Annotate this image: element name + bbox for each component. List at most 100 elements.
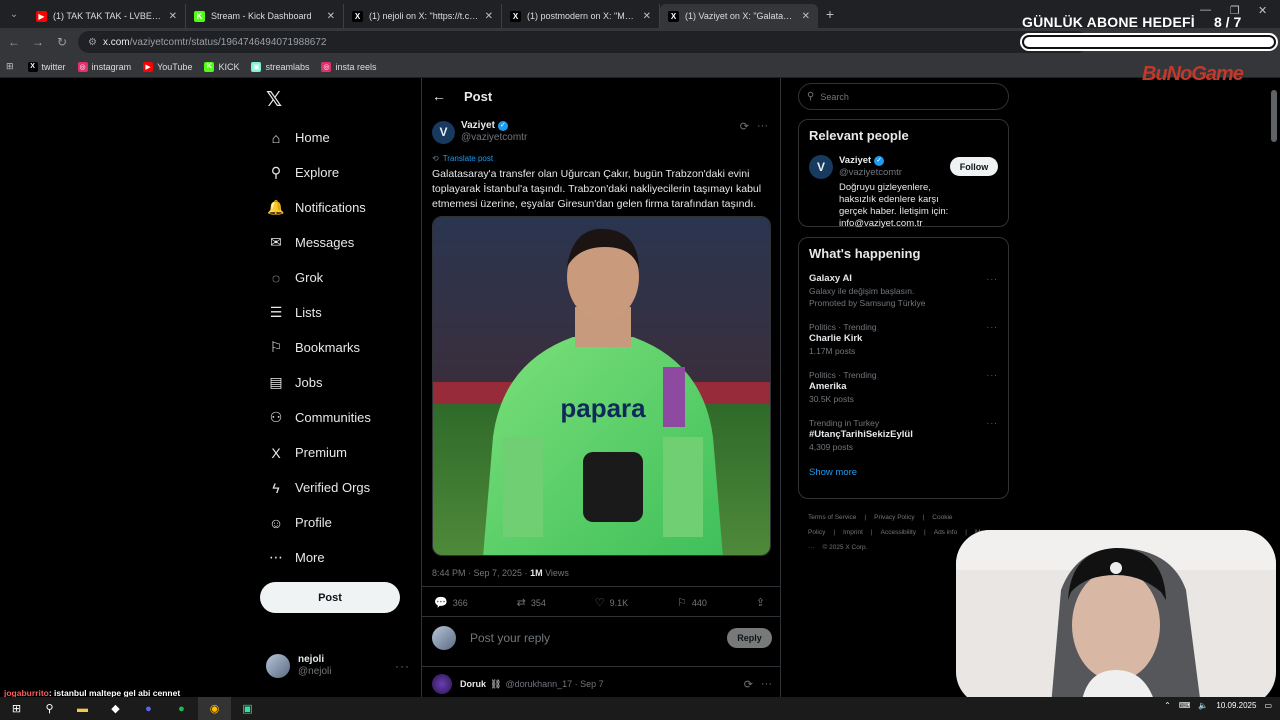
- browser-tab[interactable]: X (1) Vaziyet on X: "Galatasaray'a ✕: [660, 4, 818, 28]
- trend-item[interactable]: Politics · Trending Charlie Kirk 1.17M pos…: [809, 321, 998, 357]
- trend-item[interactable]: Politics · Trending Amerika 30.5K posts ···: [809, 369, 998, 405]
- reply-author[interactable]: Doruk: [460, 679, 486, 689]
- more-icon[interactable]: ···: [395, 659, 410, 673]
- search-icon[interactable]: ⚲: [33, 697, 66, 720]
- browser-tab[interactable]: K Stream - Kick Dashboard ✕: [186, 4, 344, 28]
- back-arrow-icon[interactable]: ←: [432, 88, 446, 104]
- relevant-person[interactable]: V Vaziyet ✓ @vaziyetcomtr Doğruyu gizleye…: [809, 155, 998, 230]
- footer-link[interactable]: Terms of Service: [808, 514, 856, 521]
- post-header: ← Post: [432, 88, 492, 104]
- close-window-icon[interactable]: ✕: [1258, 4, 1267, 17]
- bookmark-youtube[interactable]: ▶ YouTube: [143, 61, 192, 72]
- more-icon[interactable]: ···: [757, 120, 768, 133]
- post-button[interactable]: Post: [260, 582, 400, 613]
- bookmark-streamlabs[interactable]: ▣ streamlabs: [251, 61, 309, 72]
- reply-submit-button[interactable]: Reply: [727, 628, 772, 648]
- tab-close-icon[interactable]: ✕: [485, 11, 493, 22]
- timestamp-text[interactable]: 8:44 PM · Sep 7, 2025 ·: [432, 568, 530, 578]
- spotify-icon[interactable]: ●: [165, 697, 198, 720]
- reply-input[interactable]: Post your reply: [470, 631, 727, 645]
- tab-close-icon[interactable]: ✕: [643, 11, 651, 22]
- site-info-icon[interactable]: ⚙: [88, 37, 97, 48]
- grok-icon[interactable]: ⟳: [744, 678, 753, 691]
- nav-premium[interactable]: X Premium: [266, 435, 371, 470]
- notifications-icon[interactable]: ▭: [1264, 701, 1272, 710]
- more-icon[interactable]: ···: [987, 417, 999, 429]
- nav-jobs[interactable]: ▤ Jobs: [266, 365, 371, 400]
- repost-button[interactable]: ⇄ 354: [517, 596, 546, 609]
- chevron-up-icon[interactable]: ⌃: [1164, 701, 1171, 710]
- footer-link[interactable]: © 2025 X Corp.: [823, 544, 868, 551]
- browser-tab[interactable]: X (1) postmodern on X: "Manifest ✕: [502, 4, 660, 28]
- more-icon[interactable]: ···: [987, 369, 999, 381]
- scrollbar[interactable]: [1271, 90, 1277, 142]
- more-icon[interactable]: ···: [761, 678, 772, 691]
- grok-icon[interactable]: ⟳: [740, 120, 749, 133]
- nav-profile[interactable]: ☺ Profile: [266, 505, 371, 540]
- avatar[interactable]: [432, 674, 452, 694]
- show-more-link[interactable]: Show more: [809, 467, 998, 478]
- person-name[interactable]: Vaziyet: [839, 155, 871, 167]
- clock-date[interactable]: 10.09.2025: [1216, 701, 1256, 710]
- nav-messages[interactable]: ✉ Messages: [266, 225, 371, 260]
- trend-item[interactable]: Galaxy AI Galaxy ile değişim başlasın. Pro…: [809, 273, 998, 309]
- nav-bookmarks[interactable]: ⚐ Bookmarks: [266, 330, 371, 365]
- chrome-icon[interactable]: ◉: [198, 697, 231, 720]
- reply-item[interactable]: Doruk ⛓ @dorukhann_17 · Sep 7 ⟳ ···: [432, 674, 772, 694]
- bookmark-instagram[interactable]: ◎ instagram: [77, 61, 131, 72]
- nav-explore[interactable]: ⚲ Explore: [266, 155, 371, 190]
- volume-icon[interactable]: 🔈: [1198, 701, 1208, 710]
- footer-link[interactable]: Imprint: [843, 529, 863, 536]
- nav-more[interactable]: ⋯ More: [266, 540, 371, 575]
- url-bar[interactable]: ⚙ x.com/vaziyetcomtr/status/196474649407…: [78, 31, 1088, 53]
- author-name[interactable]: Vaziyet: [461, 120, 495, 132]
- nav-lists[interactable]: ☰ Lists: [266, 295, 371, 330]
- network-icon[interactable]: ⌨: [1179, 701, 1191, 710]
- follow-button[interactable]: Follow: [950, 157, 998, 176]
- bookmark-button[interactable]: ⚐ 440: [677, 596, 707, 609]
- search-input[interactable]: ⚲ Search: [798, 83, 1009, 110]
- author-handle[interactable]: @vaziyetcomtr: [461, 132, 527, 144]
- footer-link[interactable]: Ads info: [934, 529, 958, 536]
- bookmark-twitter[interactable]: Xtwitter: [27, 61, 66, 72]
- discord-icon[interactable]: ●: [132, 697, 165, 720]
- nav-communities[interactable]: ⚇ Communities: [266, 400, 371, 435]
- minimize-icon[interactable]: —: [1200, 4, 1211, 16]
- app-icon[interactable]: ◆: [99, 697, 132, 720]
- post-author[interactable]: V Vaziyet ✓ @vaziyetcomtr: [432, 120, 527, 144]
- tab-close-icon[interactable]: ✕: [169, 11, 177, 22]
- browser-tab[interactable]: X (1) nejoli on X: "https://t.co/cz0 ✕: [344, 4, 502, 28]
- translate-post-link[interactable]: ⟲ Translate post: [432, 154, 493, 163]
- nav-home[interactable]: ⌂ Home: [266, 120, 371, 155]
- footer-link[interactable]: Accessibility: [881, 529, 916, 536]
- share-button[interactable]: ⇪: [756, 596, 770, 609]
- tab-search-icon[interactable]: ⌄: [0, 0, 28, 28]
- person-avatar[interactable]: V: [809, 155, 833, 179]
- more-icon[interactable]: ···: [987, 321, 999, 333]
- forward-icon[interactable]: →: [26, 35, 50, 49]
- nav-notifications[interactable]: 🔔 Notifications: [266, 190, 371, 225]
- tab-close-icon[interactable]: ✕: [802, 11, 810, 22]
- more-icon[interactable]: ···: [987, 273, 999, 285]
- file-explorer-icon[interactable]: ▬: [66, 697, 99, 720]
- back-icon[interactable]: ←: [2, 35, 26, 49]
- obs-icon[interactable]: ▣: [231, 697, 264, 720]
- author-avatar[interactable]: V: [432, 120, 455, 144]
- account-switcher[interactable]: nejoli @nejoli ···: [266, 654, 410, 678]
- x-logo-icon[interactable]: 𝕏: [266, 87, 282, 112]
- reload-icon[interactable]: ↻: [50, 35, 74, 49]
- bookmark-kick[interactable]: K KICK: [204, 61, 239, 72]
- reply-button[interactable]: 💬 366: [434, 596, 468, 609]
- nav-grok[interactable]: ◌ Grok: [266, 260, 371, 295]
- footer-link[interactable]: Privacy Policy: [874, 514, 914, 521]
- apps-icon[interactable]: ⊞: [6, 61, 14, 72]
- start-icon[interactable]: ⊞: [0, 697, 33, 720]
- like-button[interactable]: ♡ 9.1K: [595, 596, 628, 609]
- browser-tab[interactable]: ▶ (1) TAK TAK TAK - LVBEL C5 X II ✕: [28, 4, 186, 28]
- post-image[interactable]: papara: [432, 216, 771, 556]
- nav-verified-orgs[interactable]: ϟ Verified Orgs: [266, 470, 371, 505]
- new-tab-button[interactable]: +: [818, 6, 842, 22]
- trend-item[interactable]: Trending in Turkey #UtançTarihiSekizEylül…: [809, 417, 998, 453]
- tab-close-icon[interactable]: ✕: [327, 11, 335, 22]
- bookmark-insta-reels[interactable]: ◎ insta reels: [321, 61, 377, 72]
